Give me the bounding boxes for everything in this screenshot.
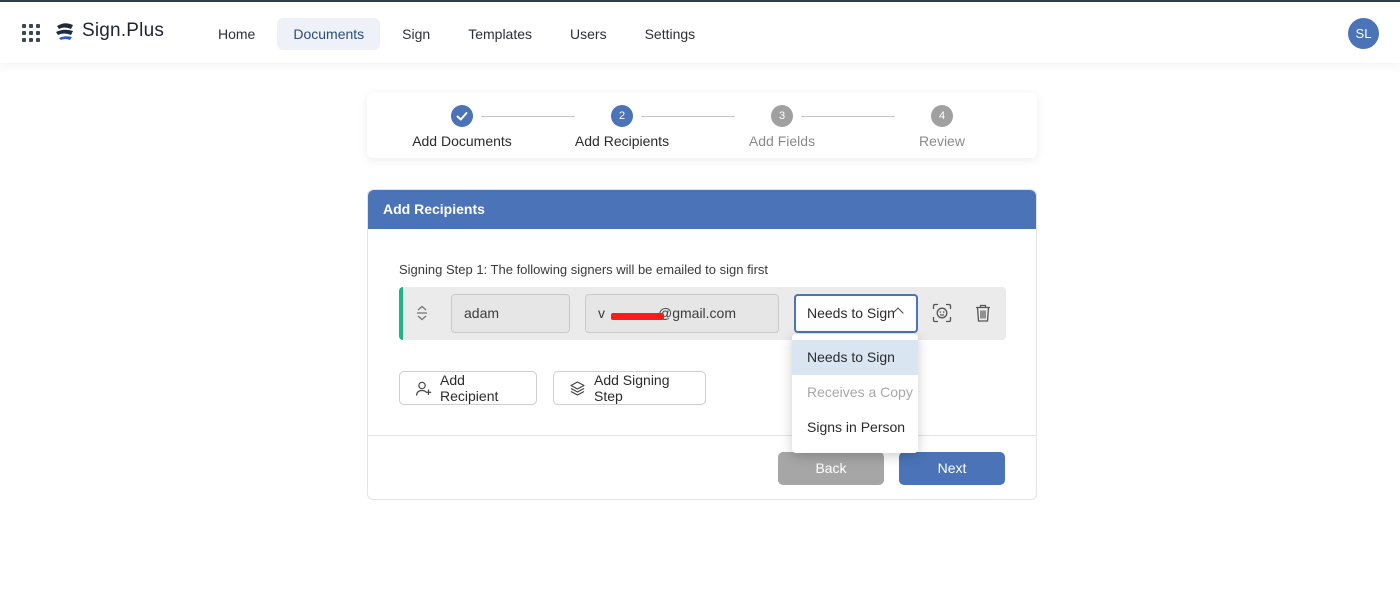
top-bar: Sign.Plus Home Documents Sign Templates …: [0, 0, 1400, 63]
signing-step-caption: Signing Step 1: The following signers wi…: [399, 262, 769, 277]
nav-templates[interactable]: Templates: [452, 18, 548, 50]
role-option-needs-to-sign[interactable]: Needs to Sign: [792, 340, 918, 375]
brand-name: Sign.Plus: [82, 20, 165, 41]
redaction-mark: [611, 313, 664, 320]
drag-handle-icon[interactable]: [415, 305, 429, 321]
role-option-signs-in-person[interactable]: Signs in Person: [792, 410, 918, 445]
step-review[interactable]: 4 Review: [872, 105, 1012, 149]
face-id-icon[interactable]: [932, 303, 952, 323]
brand-logo[interactable]: Sign.Plus: [54, 20, 164, 42]
nav-documents[interactable]: Documents: [277, 18, 381, 50]
add-signing-step-label: Add Signing Step: [594, 372, 670, 404]
card-footer-divider: [368, 435, 1036, 436]
layers-icon: [570, 380, 585, 396]
back-button[interactable]: Back: [778, 452, 884, 485]
email-prefix: v: [598, 305, 605, 321]
role-dropdown-menu: Needs to Sign Receives a Copy Signs in P…: [792, 334, 918, 453]
add-signing-step-button[interactable]: Add Signing Step: [553, 371, 706, 405]
role-select[interactable]: Needs to Sign: [794, 294, 918, 333]
nav-settings[interactable]: Settings: [629, 18, 712, 50]
step-number: 4: [931, 105, 953, 127]
nav-sign[interactable]: Sign: [386, 18, 446, 50]
main-nav: Home Documents Sign Templates Users Sett…: [202, 18, 717, 50]
step-label: Review: [919, 133, 965, 149]
step-label: Add Recipients: [574, 133, 670, 149]
recipient-email-input[interactable]: v @gmail.com: [585, 294, 779, 333]
progress-stepper: Add Documents 2 Add Recipients 3 Add Fie…: [367, 93, 1037, 158]
recipient-row: adam v @gmail.com Needs to Sign: [399, 287, 1006, 340]
step-label: Add Documents: [412, 133, 512, 149]
add-recipient-label: Add Recipient: [440, 372, 499, 404]
add-user-icon: [415, 381, 432, 396]
role-select-value: Needs to Sign: [807, 305, 895, 321]
user-avatar[interactable]: SL: [1348, 18, 1379, 49]
apps-grid-icon[interactable]: [22, 24, 40, 42]
step-add-fields[interactable]: 3 Add Fields: [712, 105, 852, 149]
nav-home[interactable]: Home: [202, 18, 271, 50]
checkmark-icon: [451, 105, 473, 127]
recipient-name-input[interactable]: adam: [451, 294, 570, 333]
nav-users[interactable]: Users: [554, 18, 623, 50]
step-number: 3: [771, 105, 793, 127]
step-label: Add Fields: [748, 133, 816, 149]
trash-icon[interactable]: [973, 303, 993, 323]
step-add-documents[interactable]: Add Documents: [392, 105, 532, 149]
sign-plus-logo-icon: [56, 23, 73, 40]
card-title: Add Recipients: [368, 190, 1036, 229]
step-number: 2: [611, 105, 633, 127]
role-option-receives-a-copy: Receives a Copy: [807, 384, 913, 400]
step-add-recipients[interactable]: 2 Add Recipients: [552, 105, 692, 149]
add-recipient-button[interactable]: Add Recipient: [399, 371, 537, 405]
email-suffix: @gmail.com: [658, 305, 737, 321]
add-recipients-card: Add Recipients Signing Step 1: The follo…: [367, 189, 1037, 500]
next-button[interactable]: Next: [899, 452, 1005, 485]
